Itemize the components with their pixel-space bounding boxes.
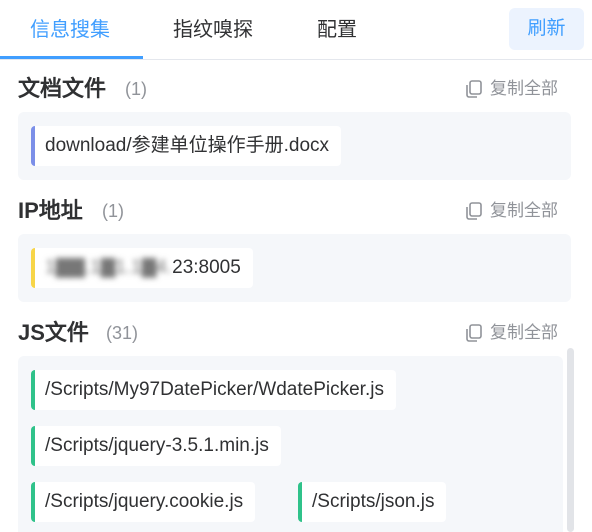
ip-item-text: 23:8005 (172, 257, 241, 278)
tab-config[interactable]: 配置 (317, 0, 357, 60)
tab-fingerprint-sniff[interactable]: 指纹嗅探 (173, 0, 253, 60)
copy-all-button-docs[interactable]: 复制全部 (464, 74, 558, 104)
js-item[interactable]: /Scripts/jquery.cookie.js (31, 482, 256, 522)
js-item[interactable]: /Scripts/My97DatePicker/WdatePicker.js (31, 370, 396, 410)
js-item-bar (298, 482, 302, 522)
js-item-text: /Scripts/json.js (312, 491, 435, 512)
js-item-bar (31, 370, 35, 410)
js-item-text: /Scripts/jquery.cookie.js (45, 491, 244, 512)
section-title-js: JS文件 (18, 320, 89, 345)
doc-item-text: download/参建单位操作手册.docx (45, 135, 330, 156)
section-title-docs: 文档文件 (18, 76, 107, 101)
js-list: /Scripts/My97DatePicker/WdatePicker.js /… (18, 356, 563, 532)
active-tab-indicator (0, 56, 143, 59)
doc-item[interactable]: download/参建单位操作手册.docx (31, 126, 342, 166)
section-count-ip: (1) (102, 201, 124, 221)
ip-item-bar (31, 248, 35, 288)
js-item-text: /Scripts/My97DatePicker/WdatePicker.js (45, 379, 384, 400)
js-item[interactable]: /Scripts/json.js (298, 482, 447, 522)
copy-all-label: 复制全部 (490, 323, 558, 342)
docs-list: download/参建单位操作手册.docx (18, 112, 571, 180)
tab-info-collection[interactable]: 信息搜集 (30, 0, 110, 60)
js-item-text: /Scripts/jquery-3.5.1.min.js (45, 435, 269, 456)
section-title-ip: IP地址 (18, 198, 83, 223)
section-header-js: JS文件 (31) 复制全部 (18, 318, 570, 348)
section-header-docs: 文档文件 (1) 复制全部 (18, 74, 570, 104)
ip-list: 1▇▇.1▇1.1▇4.23:8005 (18, 234, 571, 302)
js-item[interactable]: /Scripts/jquery-3.5.1.min.js (31, 426, 281, 466)
section-count-js: (31) (106, 323, 139, 343)
scrollbar-thumb[interactable] (567, 348, 574, 532)
refresh-button[interactable]: 刷新 (509, 8, 584, 50)
copy-icon (466, 324, 482, 342)
copy-icon (466, 80, 482, 98)
copy-all-button-js[interactable]: 复制全部 (464, 318, 558, 348)
section-count-docs: (1) (125, 79, 147, 99)
ip-item[interactable]: 1▇▇.1▇1.1▇4.23:8005 (31, 248, 253, 288)
doc-item-bar (31, 126, 35, 166)
section-header-ip: IP地址 (1) 复制全部 (18, 196, 570, 226)
ip-item-masked: 1▇▇.1▇1.1▇4. (45, 257, 173, 278)
copy-all-label: 复制全部 (490, 201, 558, 220)
js-item-bar (31, 482, 35, 522)
js-item-bar (31, 426, 35, 466)
tab-bar: 信息搜集 指纹嗅探 配置 刷新 (0, 0, 592, 60)
copy-all-button-ip[interactable]: 复制全部 (464, 196, 558, 226)
copy-icon (466, 202, 482, 220)
copy-all-label: 复制全部 (490, 79, 558, 98)
